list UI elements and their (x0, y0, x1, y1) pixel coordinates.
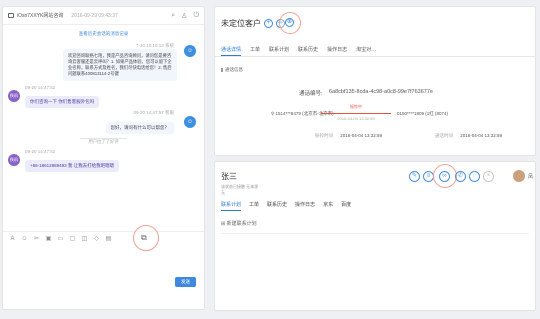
folder-icon[interactable]: ▭ (57, 235, 64, 242)
screenshot-icon[interactable]: ◫ (81, 235, 88, 242)
call-id-value: 6a8cbf135-8cda-4c98-a0c8-99e7f763677e (329, 89, 433, 95)
route-arrow (321, 113, 391, 114)
eval-icon[interactable]: ◇ (93, 235, 100, 242)
monitor-icon (8, 13, 14, 18)
notice-text: 用户拉了了好评 (80, 138, 127, 144)
new-contact-plan[interactable]: ⊞ 新建联系计划 (221, 220, 257, 227)
tab-contact-history[interactable]: 联系历史 (298, 46, 318, 56)
agent-message: 09-20 14:47:57 客服 您好，请问有什么可以帮您？ ☺ (3, 110, 204, 134)
chat-toolbar: A ☺ ✂ ▣ ▭ ▢ ◫ ◇ ▤ (3, 231, 204, 245)
talk-time-label: 通话时间 (435, 133, 453, 138)
customer-detail-panel: 张三 该状态已接触 无来源 无 ✎ ≡ ∞ ✆ ◌ × 凤 联系计划 工单 联系… (214, 161, 536, 311)
route-callee: 0150****1809 (1红 (8074) (397, 111, 449, 116)
agent-avatar (513, 170, 525, 182)
tabs-divider (215, 56, 535, 57)
chat-icon[interactable]: ◌ (469, 171, 480, 182)
ring-time-row: 振铃时间 2016-04-04 13:32:59 (315, 133, 382, 139)
agent-message-text: 您好，请问有什么可以帮您？ (105, 122, 174, 134)
customer-source: 无 (221, 190, 225, 195)
divider (221, 233, 529, 234)
chat-header-actions: ⌕ ♙ ⏻ (171, 12, 199, 20)
bottom-tabs: 联系计划 工单 联系历史 操作日志 京东 百度 (221, 201, 351, 211)
system-notice: 用户拉了了好评 (3, 138, 204, 145)
agent-avatar: ☺ (184, 116, 196, 128)
agent-name: 凤 (527, 174, 533, 180)
bot-avatar: ☺ (184, 45, 196, 57)
call-id-label: 通话编号: (299, 91, 323, 97)
route-date: 2016-04-04 13:32:59 (337, 116, 375, 121)
section-header: 通话信息 (221, 67, 243, 73)
customer-status: 该状态已接触 无来源 (221, 184, 259, 189)
tab-baidu[interactable]: 百度 (341, 201, 351, 211)
font-icon[interactable]: A (9, 235, 16, 242)
scissors-icon[interactable]: ✂ (33, 235, 40, 242)
ring-time-label: 振铃时间 (315, 133, 333, 138)
transfer-icon[interactable]: ⌕ (171, 12, 175, 20)
tab-operation-log[interactable]: 操作日志 (327, 46, 347, 56)
transfer-chat-icon[interactable]: ⧉ (141, 233, 147, 243)
tab-contact-plan[interactable]: 联系计划 (269, 46, 289, 56)
user-message: 09-20 14:47:52 佚机 +86-18612889493 我 让我去打… (3, 149, 204, 172)
chat-window-title: iOsn7XXYK网站咨询 (17, 13, 64, 19)
bot-message-text: 欢迎咨询联络七陌，我是产品咨询顾问，请问您是要咨询云客服还是云呼叫？1. 如果产… (63, 49, 177, 81)
new-contact-plan-label: 新建联系计划 (226, 221, 257, 227)
customer-title: 未定位客户 (221, 19, 261, 28)
quick-reply-icon[interactable]: ▢ (69, 235, 76, 242)
message-time: 09-20 14:47:57 客服 (133, 110, 174, 115)
tab-contact-plan[interactable]: 联系计划 (221, 201, 242, 211)
power-icon[interactable]: ⏻ (193, 12, 199, 20)
phone-icon[interactable]: ✆ (455, 171, 466, 182)
edit-icon[interactable]: ✎ (409, 171, 420, 182)
link-icon[interactable]: ∞ (439, 171, 450, 182)
tab-jd[interactable]: 京东 (323, 201, 333, 211)
tab-operation-log[interactable]: 操作日志 (295, 201, 315, 211)
talk-time-value: 2016-04-04 13:32:59 (460, 133, 503, 138)
tab-ticket[interactable]: 工单 (250, 46, 260, 56)
chat-header: iOsn7XXYK网站咨询 2016-09-29 09:43:37 ⌕ ♙ ⏻ (3, 7, 204, 25)
tab-taobao[interactable]: 淘宝对… (356, 46, 376, 56)
customer-name: 张三 (221, 172, 237, 181)
send-button[interactable]: 发送 (175, 277, 196, 287)
chat-window-time: 2016-09-29 09:43:37 (71, 12, 118, 19)
history-link[interactable]: 查看历史会话的消息记录 (3, 31, 204, 37)
emoji-icon[interactable]: ☺ (21, 235, 28, 242)
ring-time-value: 2016-04-04 13:32:59 (340, 133, 383, 138)
bot-message: 7-20 10:10:13 系统 欢迎咨询联络七陌，我是产品咨询顾问，请问您是要… (3, 43, 204, 81)
user-message-text: +86-18612889493 我 让我去打给我吧嗯嗯 (25, 160, 120, 172)
user-message-text: 你们咨询一下 你们售客服外包吗 (25, 96, 100, 108)
talk-time-row: 通话时间 2016-04-04 13:32:59 (435, 133, 502, 139)
route-state: 振铃中 (350, 104, 362, 109)
app-root: iOsn7XXYK网站咨询 2016-09-29 09:43:37 ⌕ ♙ ⏻ … (0, 0, 540, 319)
message-time: 09-20 14:47:52 (25, 85, 56, 90)
user-avatar: 佚机 (8, 154, 20, 166)
more-icon[interactable]: ▤ (105, 235, 112, 242)
image-icon[interactable]: ▣ (45, 235, 52, 242)
delete-icon[interactable]: × (483, 171, 494, 182)
call-detail-panel: 未定位客户 + ∞ ⊕ 通话详情 工单 联系计划 联系历史 操作日志 淘宝对… … (214, 6, 536, 156)
route-status: 振铃中 2016-04-04 13:32:59 (321, 104, 391, 121)
top-tabs: 通话详情 工单 联系计划 联系历史 操作日志 淘宝对… (221, 46, 376, 56)
user-message: 09-20 14:47:52 佚机 你们咨询一下 你们售客服外包吗 (3, 85, 204, 108)
user-avatar: 佚机 (8, 90, 20, 102)
user-icon[interactable]: ♙ (181, 12, 187, 20)
add-icon[interactable]: + (264, 19, 273, 28)
tab-contact-history[interactable]: 联系历史 (267, 201, 287, 211)
merge-icon[interactable]: ⊕ (285, 18, 294, 27)
chat-panel: iOsn7XXYK网站咨询 2016-09-29 09:43:37 ⌕ ♙ ⏻ … (2, 6, 205, 310)
tab-ticket[interactable]: 工单 (249, 201, 259, 211)
tab-call-detail[interactable]: 通话详情 (221, 46, 242, 56)
message-time: 09-20 14:47:52 (25, 149, 56, 154)
